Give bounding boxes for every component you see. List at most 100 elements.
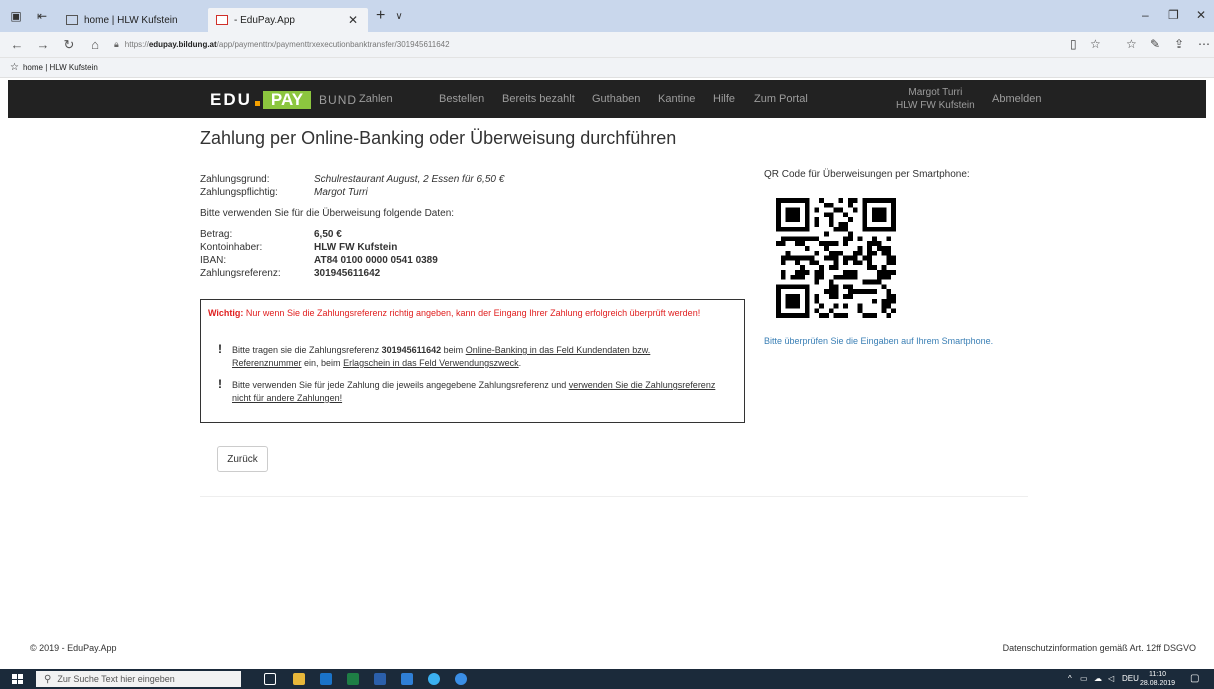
- url-prefix: https://: [124, 40, 149, 49]
- nav-zahlen[interactable]: Zahlen: [359, 93, 393, 105]
- tab-actions-icon[interactable]: ▣: [6, 6, 26, 26]
- onedrive-icon[interactable]: ☁: [1094, 674, 1102, 683]
- page-title: Zahlung per Online-Banking oder Überweis…: [200, 128, 677, 148]
- share-icon[interactable]: ⇪: [1174, 37, 1184, 51]
- footer-copyright: © 2019 - EduPay.App: [30, 643, 117, 653]
- favorites-bar: ☆ home | HLW Kufstein: [0, 58, 1214, 78]
- nav-kantine[interactable]: Kantine: [658, 93, 695, 105]
- new-tab-icon[interactable]: +: [376, 7, 385, 25]
- volume-icon[interactable]: ◁: [1108, 674, 1114, 683]
- qr-code-label: QR Code für Überweisungen per Smartphone…: [764, 169, 970, 180]
- warning-heading: Wichtig: Nur wenn Sie die Zahlungsrefere…: [208, 307, 738, 320]
- forward-arrow-icon[interactable]: →: [34, 37, 52, 52]
- warning-text: Nur wenn Sie die Zahlungsreferenz richti…: [243, 308, 701, 318]
- nav-bestellen[interactable]: Bestellen: [439, 93, 484, 105]
- edupay-logo[interactable]: EDU PAY BUND: [210, 90, 357, 110]
- qr-code-image: [776, 198, 896, 318]
- tab-preview-chevron-icon[interactable]: ∨: [395, 11, 402, 22]
- set-aside-tabs-icon[interactable]: ⇤: [32, 6, 52, 26]
- file-explorer-icon[interactable]: [293, 673, 305, 685]
- b2-text: Bitte verwenden Sie für jede Zahlung die…: [232, 380, 569, 390]
- tab-edupay[interactable]: - EduPay.App ✕: [208, 8, 368, 32]
- url-path: /app/paymenttrx/paymenttrxexecutionbankt…: [216, 40, 450, 49]
- warning-bullet-1: ! Bitte tragen sie die Zahlungsreferenz …: [218, 342, 718, 370]
- home-icon[interactable]: ⌂: [86, 37, 104, 52]
- taskbar-clock[interactable]: 11:10 28.08.2019: [1140, 670, 1175, 688]
- tab-label: - EduPay.App: [234, 14, 295, 26]
- back-arrow-icon[interactable]: ←: [8, 37, 26, 52]
- iban-value: AT84 0100 0000 0541 0389: [314, 255, 438, 266]
- word-icon[interactable]: [374, 673, 386, 685]
- minimize-icon[interactable]: –: [1142, 8, 1149, 22]
- nav-hilfe[interactable]: Hilfe: [713, 93, 735, 105]
- outlook-icon[interactable]: [320, 673, 332, 685]
- instruction-label: Bitte verwenden Sie für die Überweisung …: [200, 208, 455, 219]
- taskbar-search[interactable]: ⚲ Zur Suche Text hier eingeben: [36, 671, 241, 687]
- divider: [200, 496, 1028, 497]
- b1-text2: beim: [441, 345, 466, 355]
- footer-privacy-link[interactable]: Datenschutzinformation gemäß Art. 12ff D…: [1003, 643, 1196, 653]
- nav-logout[interactable]: Abmelden: [992, 93, 1042, 105]
- tab-label: home | HLW Kufstein: [84, 14, 178, 26]
- erlagschein-link[interactable]: Erlagschein in das Feld Verwendungszweck: [343, 358, 519, 368]
- notes-pen-icon[interactable]: ✎: [1150, 37, 1160, 51]
- address-bar: ← → ↻ ⌂ 🔒︎ https://edupay.bildung.at/app…: [0, 32, 1214, 58]
- b1-text3: ein, beim: [301, 358, 344, 368]
- more-options-icon[interactable]: ⋯: [1198, 37, 1210, 51]
- notifications-icon[interactable]: ▢: [1190, 673, 1199, 684]
- zahlungsgrund-value: Schulrestaurant August, 2 Essen für 6,50…: [314, 174, 505, 185]
- referenz-label: Zahlungsreferenz:: [200, 268, 281, 279]
- windows-start-icon[interactable]: [12, 674, 23, 684]
- internet-explorer-icon[interactable]: [428, 673, 440, 685]
- close-tab-icon[interactable]: ✕: [348, 13, 358, 27]
- nav-guthaben[interactable]: Guthaben: [592, 93, 640, 105]
- logo-dot: [254, 100, 260, 106]
- maximize-icon[interactable]: ❐: [1168, 8, 1179, 22]
- inhaber-label: Kontoinhaber:: [200, 242, 263, 253]
- favorite-star-icon[interactable]: ☆: [1090, 37, 1101, 51]
- tab-home-hlw[interactable]: home | HLW Kufstein: [58, 8, 208, 32]
- page-icon: [66, 15, 78, 25]
- favorite-home-hlw[interactable]: home | HLW Kufstein: [23, 63, 98, 72]
- referenz-value: 301945611642: [314, 268, 381, 279]
- network-icon[interactable]: ▭: [1080, 674, 1088, 683]
- pflichtig-label: Zahlungspflichtig:: [200, 187, 278, 198]
- warning-bullet-2: ! Bitte verwenden Sie für jede Zahlung d…: [218, 377, 718, 405]
- favorite-star-icon: ☆: [10, 62, 19, 73]
- logo-edu-text: EDU: [210, 90, 252, 109]
- logo-pay-text: PAY: [262, 91, 312, 109]
- b1-end: .: [518, 358, 522, 368]
- refresh-icon[interactable]: ↻: [60, 37, 78, 53]
- zahlungsgrund-label: Zahlungsgrund:: [200, 174, 270, 185]
- b1-text: Bitte tragen sie die Zahlungsreferenz: [232, 345, 382, 355]
- exclamation-icon: !: [218, 342, 222, 356]
- teamviewer-icon[interactable]: [455, 673, 467, 685]
- betrag-label: Betrag:: [200, 229, 233, 240]
- qr-code-note: Bitte überprüfen Sie die Eingaben auf Ih…: [764, 336, 994, 346]
- nav-user-info[interactable]: Margot Turri HLW FW Kufstein: [896, 86, 975, 112]
- lock-icon: 🔒︎: [114, 39, 119, 49]
- betrag-value: 6,50 €: [314, 229, 342, 240]
- tray-chevron-icon[interactable]: ^: [1068, 674, 1072, 683]
- windows-taskbar: ⚲ Zur Suche Text hier eingeben ^ ▭ ☁ ◁ D…: [0, 669, 1214, 689]
- language-indicator[interactable]: DEU: [1122, 674, 1139, 683]
- user-name: Margot Turri: [908, 87, 963, 98]
- edge-icon[interactable]: [401, 673, 413, 685]
- search-placeholder: Zur Suche Text hier eingeben: [57, 674, 175, 684]
- url-host: edupay.bildung.at: [148, 40, 217, 49]
- back-button[interactable]: Zurück: [217, 446, 268, 472]
- nav-bereits-bezahlt[interactable]: Bereits bezahlt: [502, 93, 575, 105]
- url-field[interactable]: 🔒︎ https://edupay.bildung.at/app/payment…: [114, 39, 450, 50]
- warning-bold-label: Wichtig:: [208, 308, 244, 318]
- pflichtig-value: Margot Turri: [314, 187, 368, 198]
- favorites-list-icon[interactable]: ☆: [1126, 37, 1137, 51]
- task-view-icon[interactable]: [264, 673, 276, 685]
- exclamation-icon: !: [218, 377, 222, 391]
- excel-icon[interactable]: [347, 673, 359, 685]
- nav-zum-portal[interactable]: Zum Portal: [754, 93, 808, 105]
- reading-view-icon[interactable]: ▯: [1070, 37, 1077, 51]
- logo-bund-text: BUND: [319, 93, 358, 107]
- browser-tab-bar: ▣ ⇤ home | HLW Kufstein - EduPay.App ✕ +…: [0, 0, 1214, 32]
- edupay-favicon: [216, 15, 228, 25]
- close-window-icon[interactable]: ✕: [1196, 8, 1206, 22]
